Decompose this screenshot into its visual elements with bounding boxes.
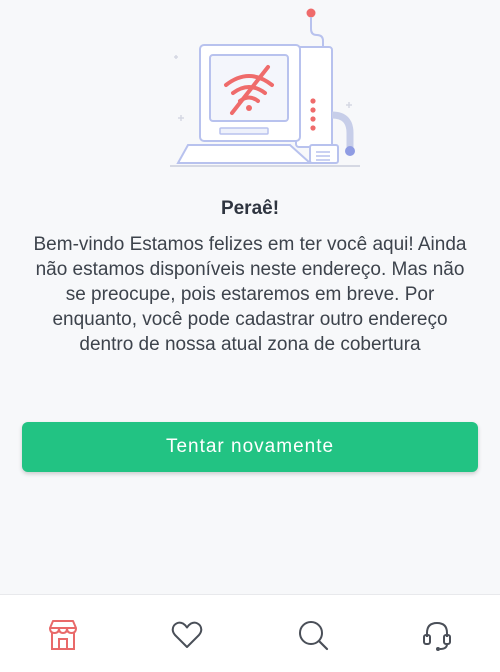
- empty-state-message: Bem-vindo Estamos felizes em ter você aq…: [33, 234, 467, 355]
- nav-item-support[interactable]: [417, 615, 457, 655]
- heart-icon: [171, 621, 203, 648]
- store-icon: [49, 620, 77, 650]
- nav-item-store[interactable]: [43, 615, 83, 655]
- headset-icon: [423, 621, 451, 651]
- retry-button[interactable]: Tentar novamente: [22, 422, 478, 472]
- page-title: Peraê!: [220, 198, 280, 219]
- nav-item-search[interactable]: [293, 615, 333, 655]
- search-icon: [299, 621, 329, 651]
- bottom-navigation: [0, 594, 500, 672]
- computer-no-wifi-illustration: [160, 5, 370, 175]
- nav-item-favorites[interactable]: [167, 615, 207, 655]
